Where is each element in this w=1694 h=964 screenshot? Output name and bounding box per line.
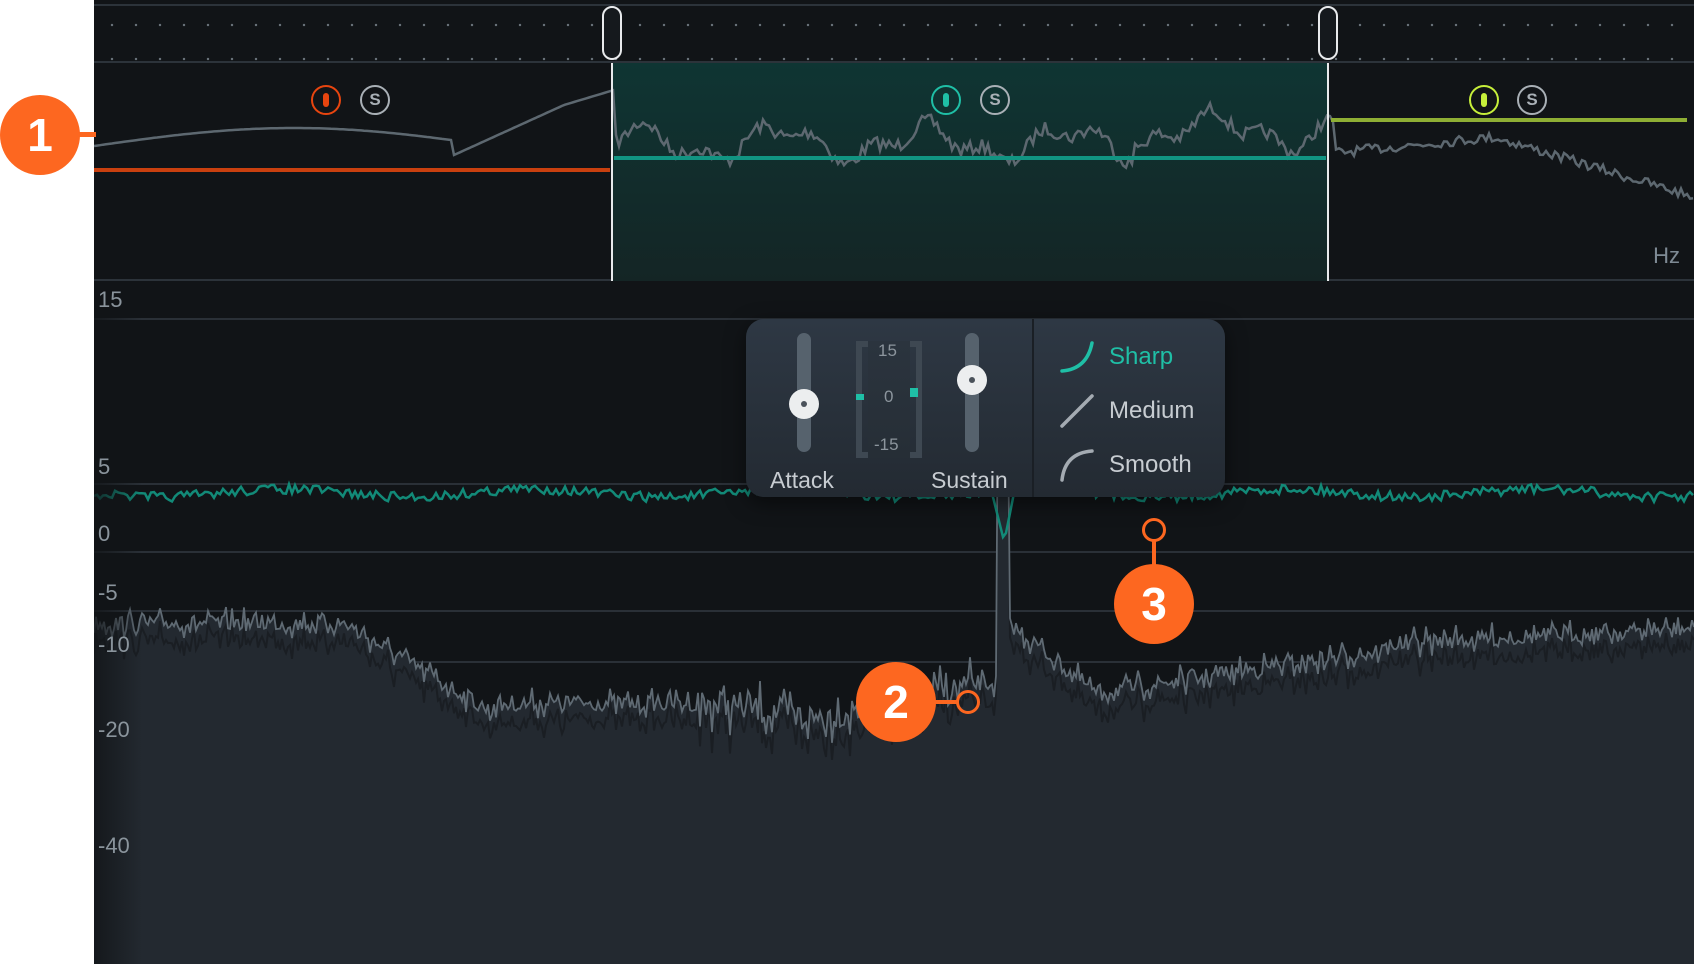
solo-label: S	[369, 90, 381, 109]
option-medium[interactable]: Medium	[1059, 393, 1194, 429]
band-divider-2[interactable]	[1327, 63, 1329, 281]
band-3-solo-icon[interactable]: S	[1517, 85, 1547, 115]
option-label: Sharp	[1109, 343, 1174, 370]
callout-3: 3	[1114, 564, 1194, 644]
solo-label: S	[989, 90, 1001, 109]
y-label: -40	[98, 833, 130, 858]
attack-meter-marker	[856, 394, 864, 400]
option-label: Smooth	[1109, 451, 1192, 478]
callout-2-leader	[934, 700, 958, 704]
option-sharp[interactable]: Sharp	[1059, 339, 1173, 375]
crossover-handle-1[interactable]	[602, 6, 622, 60]
level-meter: 15 0 -15	[856, 341, 922, 458]
callout-2-marker	[956, 690, 980, 714]
band-2-level[interactable]	[614, 156, 1326, 160]
band-3-level[interactable]	[1331, 118, 1687, 122]
transient-settings-popup: 15 0 -15 Attack Sustain Sharp Medium Smo…	[746, 319, 1225, 497]
band-divider-1[interactable]	[611, 63, 613, 281]
attack-slider-knob[interactable]	[789, 389, 819, 419]
meter-max-label: 15	[878, 341, 897, 360]
popup-divider	[1032, 319, 1034, 497]
band-display: S S S	[94, 63, 1694, 281]
attack-label: Attack	[770, 467, 834, 493]
callout-2: 2	[856, 662, 936, 742]
callout-1: 1	[0, 95, 80, 175]
crossover-handle-2[interactable]	[1318, 6, 1338, 60]
sustain-label: Sustain	[931, 467, 1008, 493]
band-1-solo-icon[interactable]: S	[360, 85, 390, 115]
y-label: -20	[98, 717, 130, 742]
callout-3-leader	[1152, 540, 1156, 566]
callout-3-marker	[1142, 518, 1166, 542]
sustain-meter-marker	[910, 388, 918, 397]
callout-1-leader	[78, 132, 96, 137]
y-label: 15	[98, 287, 123, 312]
linear-curve-icon	[1060, 394, 1094, 428]
band-1-bypass-icon[interactable]	[311, 85, 341, 115]
option-smooth[interactable]: Smooth	[1059, 447, 1192, 483]
meter-mid-label: 0	[884, 387, 894, 406]
option-label: Medium	[1109, 397, 1195, 424]
transient-shaper-panel: S S S Hz 15 5 0 -5 -10 -20 -40 15 0 -15 …	[94, 0, 1694, 964]
y-label: 0	[98, 521, 111, 546]
band-2-solo-icon[interactable]: S	[980, 85, 1010, 115]
y-label: 5	[98, 454, 111, 479]
band-2-bypass-icon[interactable]	[931, 85, 961, 115]
band-3-bypass-icon[interactable]	[1469, 85, 1499, 115]
band-1-level[interactable]	[94, 168, 610, 172]
solo-label: S	[1526, 90, 1538, 109]
smooth-curve-icon	[1060, 449, 1094, 482]
y-label: -10	[98, 632, 130, 657]
sharp-curve-icon	[1060, 341, 1094, 373]
y-label: -5	[98, 580, 118, 605]
meter-min-label: -15	[874, 435, 899, 454]
crossover-strip[interactable]	[94, 4, 1694, 63]
frequency-unit-label: Hz	[1653, 243, 1680, 268]
sustain-slider-knob[interactable]	[957, 365, 987, 395]
